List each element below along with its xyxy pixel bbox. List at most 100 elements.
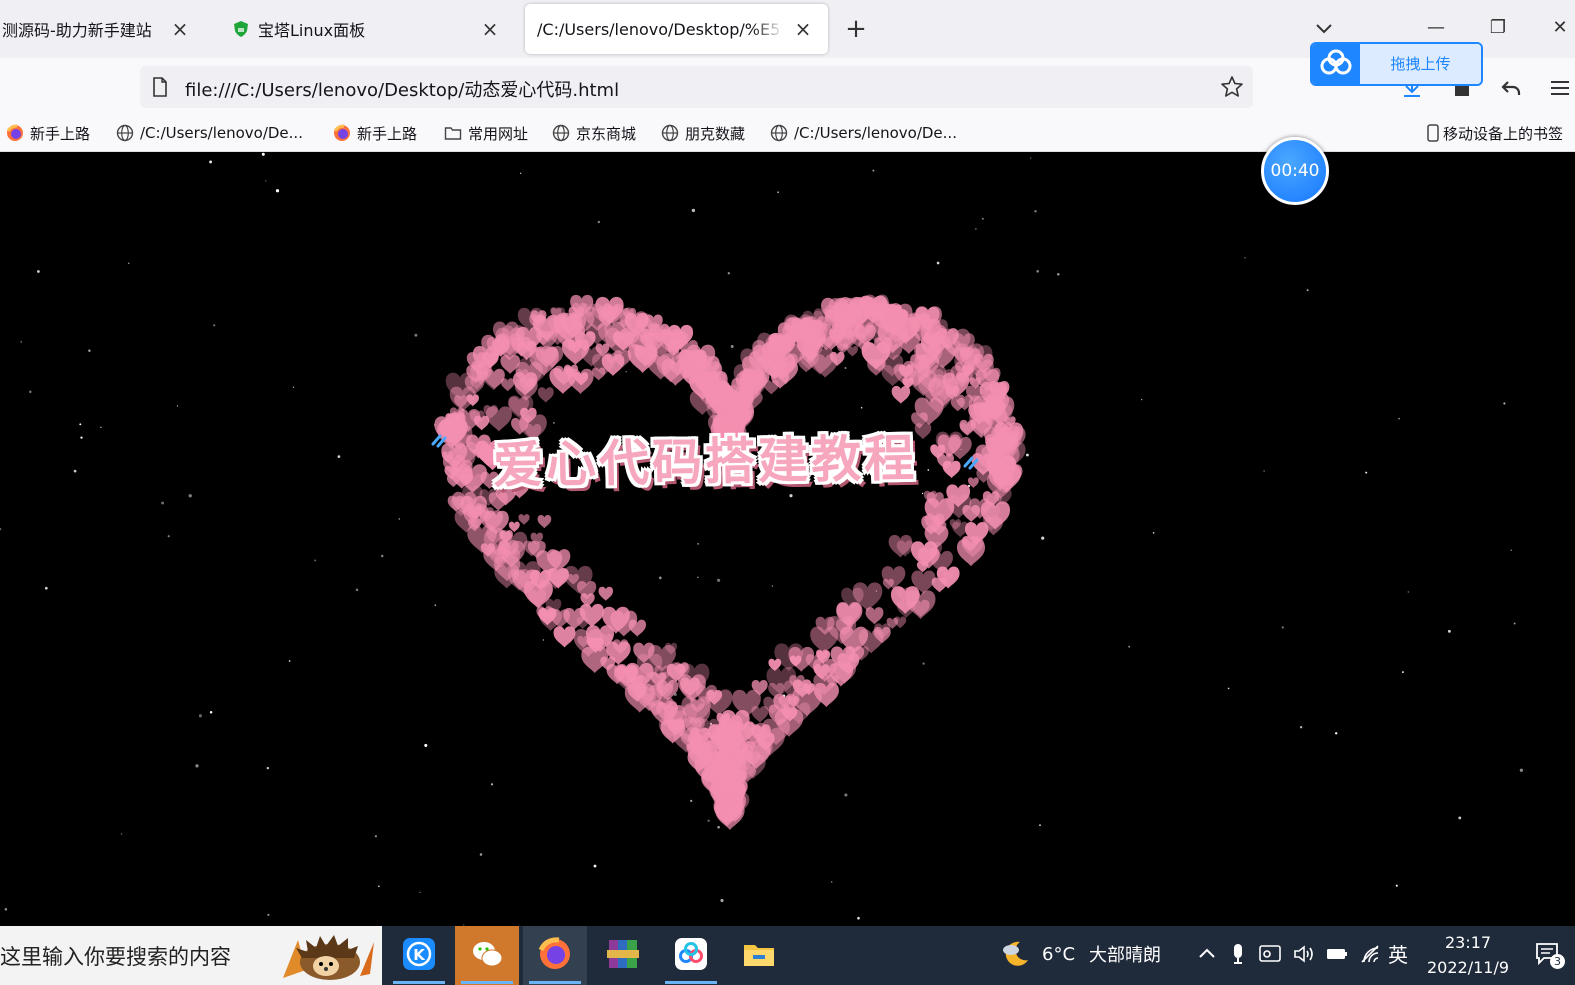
microphone-icon[interactable] (1226, 942, 1250, 966)
svg-text:K: K (413, 946, 426, 964)
clock-date: 2022/11/9 (1426, 958, 1510, 977)
star (1034, 210, 1037, 213)
weather-desc: 大部晴朗 (1089, 945, 1162, 966)
star (831, 881, 833, 883)
battery-icon[interactable] (1325, 942, 1349, 966)
bookmark-label: 新手上路 (30, 124, 91, 143)
tab-label: 测源码-助力新手建站 (2, 21, 152, 40)
taskbar-app[interactable] (455, 926, 519, 985)
star (1503, 402, 1506, 405)
star (1152, 532, 1155, 534)
screen-record-icon[interactable] (1258, 942, 1282, 966)
star (1128, 645, 1131, 648)
taskbar-search-box[interactable]: 这里输入你要搜索的内容 (0, 926, 382, 985)
restore-button[interactable]: ❐ (1486, 16, 1510, 40)
star (20, 341, 22, 343)
bookmark-item[interactable]: 新手上路 (333, 122, 417, 144)
star (195, 764, 199, 768)
active-indicator (393, 981, 445, 984)
heart-particle (537, 514, 552, 529)
menu-icon[interactable] (1548, 76, 1572, 100)
notification-center[interactable]: 3 (1534, 940, 1565, 970)
heart-particle (891, 385, 911, 404)
minimize-button[interactable]: — (1424, 16, 1448, 40)
star (597, 220, 600, 224)
close-window-button[interactable]: ✕ (1548, 16, 1572, 40)
star (314, 559, 317, 562)
heart-particle (518, 514, 530, 525)
star (198, 714, 202, 718)
tab-active-local-file[interactable]: /C:/Users/lenovo/Desktop/%E5% × (525, 4, 828, 54)
star (261, 152, 265, 156)
bookmark-item[interactable]: /C:/Users/lenovo/De... (770, 122, 957, 144)
star (275, 189, 280, 193)
star (1281, 626, 1284, 629)
search-placeholder: 这里输入你要搜索的内容 (0, 945, 231, 969)
taskbar-app[interactable] (659, 926, 723, 985)
wechat-icon (473, 942, 503, 967)
winrar-icon (607, 940, 639, 968)
star (691, 208, 696, 213)
star (1447, 629, 1451, 633)
recording-timer[interactable]: 00:40 (1261, 137, 1329, 205)
tab-close-icon[interactable]: × (792, 18, 814, 40)
system-clock[interactable]: 23:17 2022/11/9 (1420, 930, 1516, 980)
star (73, 469, 77, 473)
taskbar-app[interactable] (727, 926, 791, 985)
address-bar[interactable]: file:///C:/Users/lenovo/Desktop/动态爱心代码.h… (140, 66, 1253, 108)
bookmark-item[interactable]: 朋克数藏 (661, 122, 745, 144)
star (857, 916, 860, 920)
globe-icon (116, 124, 134, 142)
new-tab-button[interactable]: + (843, 16, 869, 42)
page-viewport: 爱心代码搭建教程 (0, 152, 1575, 926)
star (288, 660, 291, 662)
star (188, 494, 192, 498)
tab-label: /C:/Users/lenovo/Desktop/%E5% (537, 19, 783, 39)
taskbar-app[interactable]: K (387, 926, 451, 985)
bookmark-item[interactable]: 新手上路 (6, 122, 90, 144)
bookmark-star-icon[interactable] (1219, 74, 1245, 100)
taskbar-app[interactable] (591, 926, 655, 985)
tab-close-icon[interactable]: × (479, 18, 501, 40)
baidu-netdisk-icon (675, 938, 707, 970)
page-icon (153, 77, 167, 97)
star (80, 436, 83, 439)
star (1458, 816, 1462, 820)
input-method-indicator[interactable]: 英 (1388, 939, 1408, 968)
bookmark-label: /C:/Users/lenovo/De... (794, 124, 957, 142)
star (337, 455, 341, 458)
tab-baota[interactable]: 宝塔Linux面板 × (222, 4, 515, 54)
bookmark-label: 移动设备上的书签 (1443, 124, 1564, 143)
volume-icon[interactable] (1292, 942, 1316, 966)
undo-icon[interactable] (1499, 76, 1523, 100)
tab-cesource[interactable]: 测源码-助力新手建站 × (0, 4, 205, 54)
weather-widget[interactable]: 6°C 大部晴朗 (1000, 936, 1161, 972)
url-text[interactable]: file:///C:/Users/lenovo/Desktop/动态爱心代码.h… (185, 76, 619, 102)
chevron-up-icon[interactable] (1195, 942, 1219, 966)
bookmark-label: /C:/Users/lenovo/De... (140, 124, 303, 142)
globe-icon (661, 124, 679, 142)
star (267, 913, 270, 916)
star (79, 423, 82, 426)
star (37, 270, 40, 273)
chevron-down-icon[interactable] (1314, 18, 1334, 38)
heart-particle (865, 607, 884, 625)
star (872, 169, 875, 172)
particle-heart (434, 294, 1026, 831)
upload-label: 拖拽上传 (1360, 44, 1481, 84)
star (1299, 726, 1303, 729)
tab-close-icon[interactable]: × (169, 18, 191, 40)
bookmark-folder[interactable]: 常用网址 (444, 122, 528, 144)
star (419, 891, 421, 893)
star (161, 501, 165, 505)
baidu-upload-button[interactable]: 拖拽上传 (1310, 42, 1483, 86)
bookmark-item[interactable]: /C:/Users/lenovo/De... (116, 122, 303, 144)
bookmark-item[interactable]: 京东商城 (552, 122, 636, 144)
taskbar-app[interactable] (523, 926, 587, 985)
star (100, 426, 102, 429)
mobile-bookmarks[interactable]: 移动设备上的书签 (1426, 122, 1575, 144)
kugou-icon: K (403, 938, 435, 970)
star (1519, 768, 1524, 772)
browser-window: 测源码-助力新手建站 × 宝塔Linux面板 × /C:/Users/lenov… (0, 0, 1575, 985)
wifi-icon[interactable] (1358, 942, 1382, 966)
